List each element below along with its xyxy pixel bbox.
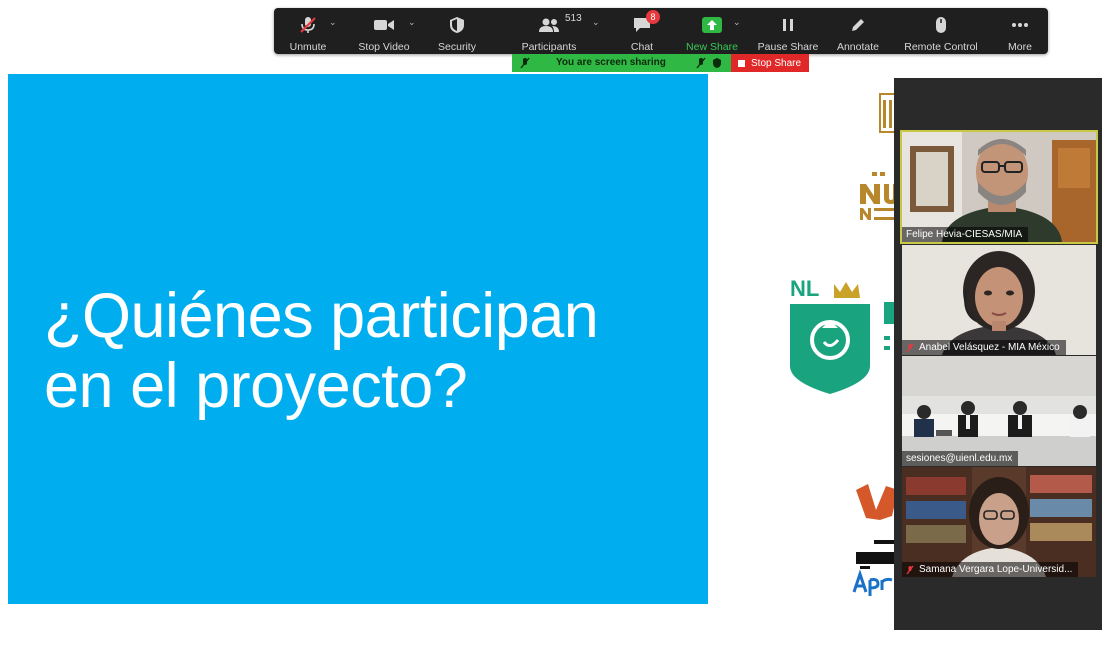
shield-icon: [449, 14, 465, 36]
video-tile-samana[interactable]: Samana Vergara Lope-Universid...: [902, 467, 1096, 577]
participant-name: Samana Vergara Lope-Universid...: [919, 564, 1073, 575]
slide-title-line-1: ¿Quiénes participan: [44, 281, 599, 351]
microphone-muted-icon: [298, 14, 318, 36]
security-button[interactable]: Security: [432, 8, 482, 54]
pencil-icon: [850, 14, 866, 36]
chat-label: Chat: [630, 41, 654, 53]
pause-icon: [781, 14, 795, 36]
share-arrow-icon: [701, 14, 723, 36]
annotate-button[interactable]: Annotate: [832, 8, 884, 54]
more-label: More: [1008, 41, 1032, 53]
ellipsis-icon: [1011, 14, 1029, 36]
mouse-icon: [935, 14, 947, 36]
audio-options-chevron-icon[interactable]: ⌄: [329, 17, 337, 28]
participants-video-panel: Felipe Hevia-CIESAS/MIA Anabel Velásquez…: [894, 78, 1102, 630]
participants-label: Participants: [521, 41, 577, 53]
participant-video-feed: [902, 467, 1096, 577]
stop-share-button[interactable]: Stop Share: [731, 54, 809, 72]
unmute-button[interactable]: Unmute: [282, 8, 334, 54]
video-tile-sesiones[interactable]: sesiones@uienl.edu.mx: [902, 356, 1096, 466]
participant-name: Felipe Hevia-CIESAS/MIA: [906, 229, 1023, 240]
screen-sharing-banner[interactable]: You are screen sharing: [512, 54, 731, 72]
participant-name-tag: sesiones@uienl.edu.mx: [902, 451, 1019, 466]
participants-icon: [538, 14, 560, 36]
stop-video-button[interactable]: Stop Video: [354, 8, 414, 54]
share-options-chevron-icon[interactable]: ⌄: [733, 17, 741, 28]
participant-video-feed: [902, 356, 1096, 466]
unmute-label: Unmute: [289, 41, 327, 53]
mia-logo: [852, 480, 898, 600]
pause-share-label: Pause Share: [757, 41, 819, 53]
shared-slide: ¿Quiénes participan en el proyecto?: [8, 74, 708, 604]
gobierno-nuevo-leon-logo: [858, 92, 898, 222]
participants-options-chevron-icon[interactable]: ⌄: [592, 17, 600, 28]
screen-sharing-text: You are screen sharing: [556, 57, 666, 68]
new-share-button[interactable]: New Share: [682, 8, 742, 54]
nl-education-logo: NL: [788, 278, 898, 398]
microphone-muted-icon: [906, 343, 914, 353]
stop-share-label: Stop Share: [751, 57, 802, 69]
meeting-toolbar: Unmute ⌄ Stop Video ⌄ Security Participa…: [274, 8, 1048, 54]
slide-title-line-2: en el proyecto?: [44, 351, 468, 421]
microphone-muted-icon: [696, 57, 706, 69]
annotate-label: Annotate: [836, 41, 880, 53]
more-button[interactable]: More: [1002, 8, 1038, 54]
participants-count: 513: [565, 13, 582, 24]
nl-logo-text: NL: [790, 278, 819, 301]
chat-button[interactable]: 8 Chat: [624, 8, 660, 54]
slide-title: ¿Quiénes participan en el proyecto?: [44, 281, 694, 421]
participant-name: Anabel Velásquez - MIA México: [919, 342, 1060, 353]
pause-share-button[interactable]: Pause Share: [756, 8, 820, 54]
participant-name: sesiones@uienl.edu.mx: [906, 453, 1013, 464]
remote-control-button[interactable]: Remote Control: [902, 8, 980, 54]
chat-bubble-icon: 8: [632, 10, 660, 36]
participant-video-feed: [902, 245, 1096, 355]
participant-name-tag: Samana Vergara Lope-Universid...: [902, 562, 1079, 577]
participant-name-tag: Anabel Velásquez - MIA México: [902, 340, 1066, 355]
security-label: Security: [438, 41, 476, 53]
video-camera-icon: [373, 14, 395, 36]
participant-video-feed: [902, 132, 1096, 242]
new-share-label: New Share: [686, 41, 738, 53]
microphone-muted-icon: [520, 57, 530, 69]
remote-control-label: Remote Control: [904, 41, 978, 53]
video-options-chevron-icon[interactable]: ⌄: [408, 17, 416, 28]
microphone-muted-icon: [906, 565, 914, 575]
stop-video-label: Stop Video: [358, 41, 410, 53]
participant-name-tag: Felipe Hevia-CIESAS/MIA: [902, 227, 1029, 242]
video-tile-felipe[interactable]: Felipe Hevia-CIESAS/MIA: [900, 130, 1098, 244]
shield-icon: [712, 57, 722, 69]
stop-square-icon: [738, 59, 745, 67]
video-tile-anabel[interactable]: Anabel Velásquez - MIA México: [902, 245, 1096, 355]
chat-unread-badge: 8: [646, 10, 660, 24]
